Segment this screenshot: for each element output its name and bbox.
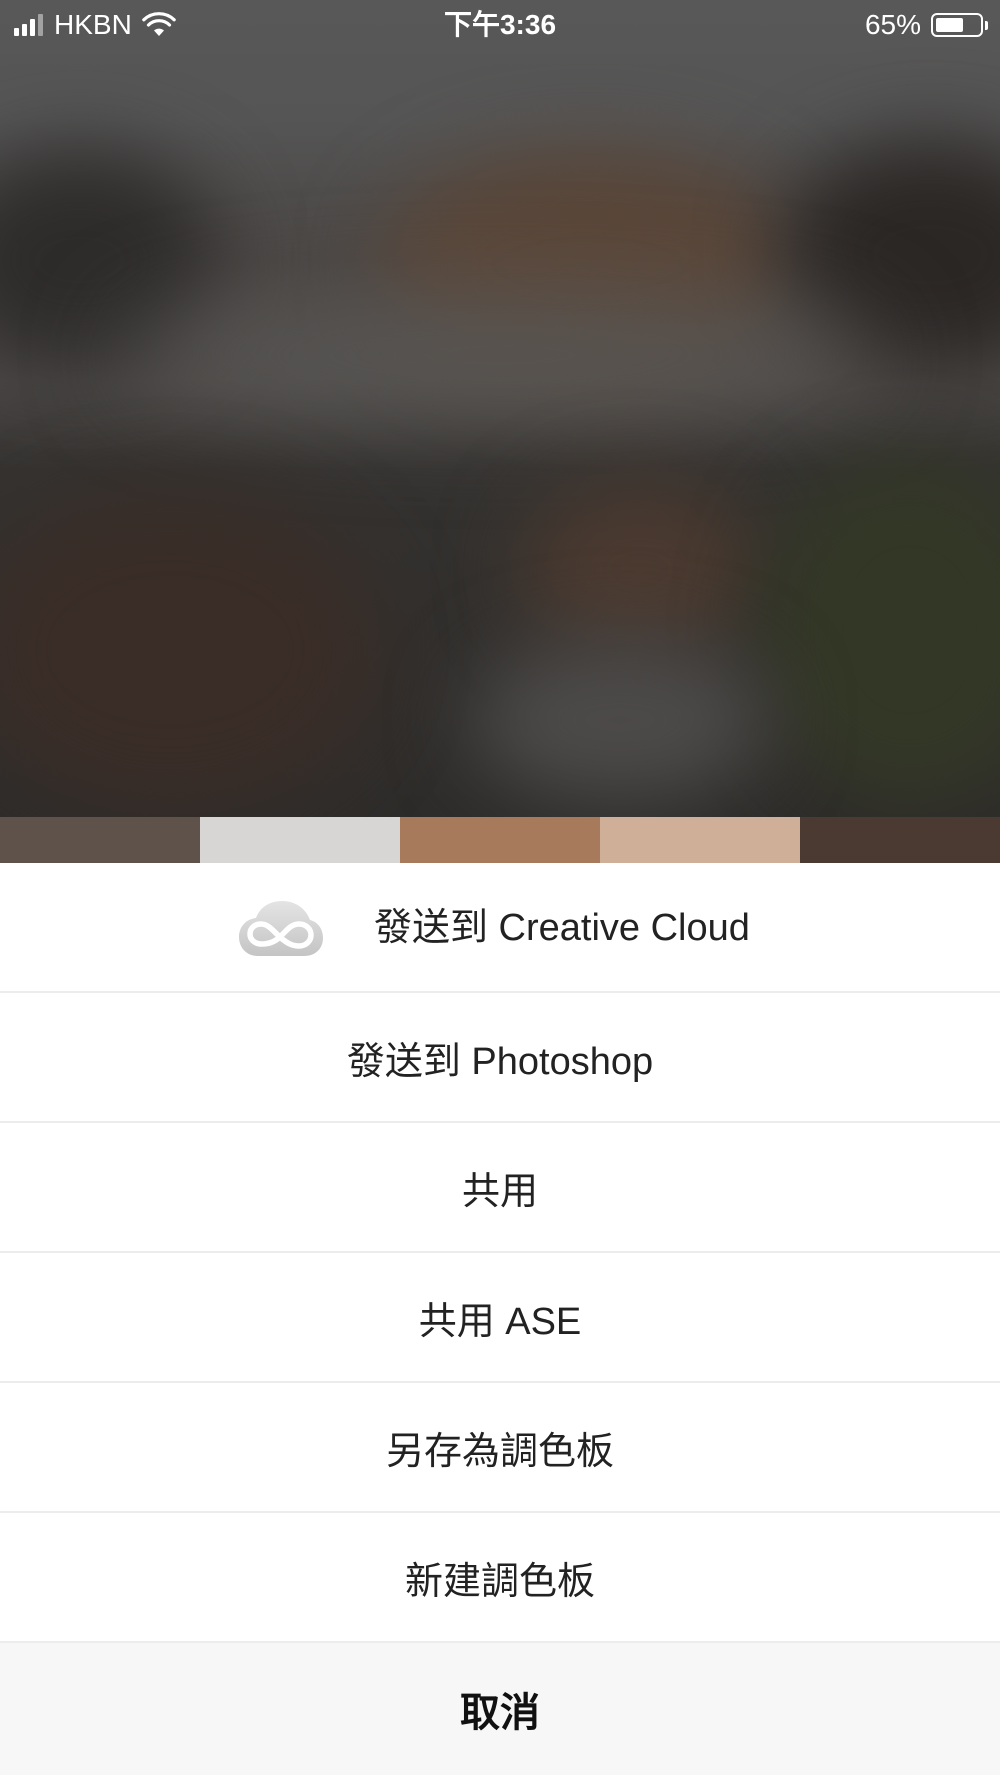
- save-as-palette-button[interactable]: 另存為調色板: [0, 1383, 1000, 1513]
- save-as-palette-label: 另存為調色板: [385, 1430, 614, 1473]
- preview-blur-region: [0, 490, 380, 810]
- battery-fill: [936, 18, 963, 32]
- status-right: 65%: [865, 8, 988, 42]
- preview-blur-region: [520, 480, 760, 660]
- palette-swatch[interactable]: [200, 817, 400, 863]
- preview-blur-region: [760, 460, 1000, 800]
- battery-tip: [985, 20, 988, 30]
- status-bar: HKBN 下午3:36 65%: [0, 0, 1000, 50]
- share-ase-label: 共用 ASE: [418, 1300, 582, 1343]
- preview-blur-region: [120, 300, 880, 410]
- share-ase-button[interactable]: 共用 ASE: [0, 1253, 1000, 1383]
- new-palette-label: 新建調色板: [404, 1560, 595, 1603]
- send-to-creative-cloud-label: 發送到 Creative Cloud: [374, 907, 750, 949]
- share-button[interactable]: 共用: [0, 1123, 1000, 1253]
- share-label: 共用: [461, 1170, 538, 1213]
- color-palette-strip: [0, 817, 1000, 863]
- battery-percentage: 65%: [864, 9, 921, 40]
- send-to-photoshop-label: 發送到 Photoshop: [346, 1040, 654, 1083]
- preview-blur-region: [470, 640, 770, 800]
- screen: HKBN 下午3:36 65% 發送到 Creative Cloud 發送到 P…: [0, 0, 1000, 1778]
- action-sheet: 發送到 Creative Cloud 發送到 Photoshop 共用 共用 A…: [0, 863, 1000, 1778]
- palette-swatch[interactable]: [0, 817, 200, 863]
- send-to-creative-cloud-button[interactable]: 發送到 Creative Cloud: [0, 863, 1000, 993]
- status-time: 下午3:36: [443, 9, 557, 40]
- palette-swatch[interactable]: [800, 817, 1000, 863]
- send-to-photoshop-button[interactable]: 發送到 Photoshop: [0, 993, 1000, 1123]
- cancel-label: 取消: [460, 1691, 540, 1735]
- palette-swatch[interactable]: [400, 817, 600, 863]
- camera-preview: [0, 0, 1000, 817]
- battery-icon: [931, 13, 983, 37]
- cancel-button[interactable]: 取消: [0, 1643, 1000, 1775]
- palette-swatch[interactable]: [600, 817, 800, 863]
- creative-cloud-icon: [239, 901, 323, 956]
- new-palette-button[interactable]: 新建調色板: [0, 1513, 1000, 1643]
